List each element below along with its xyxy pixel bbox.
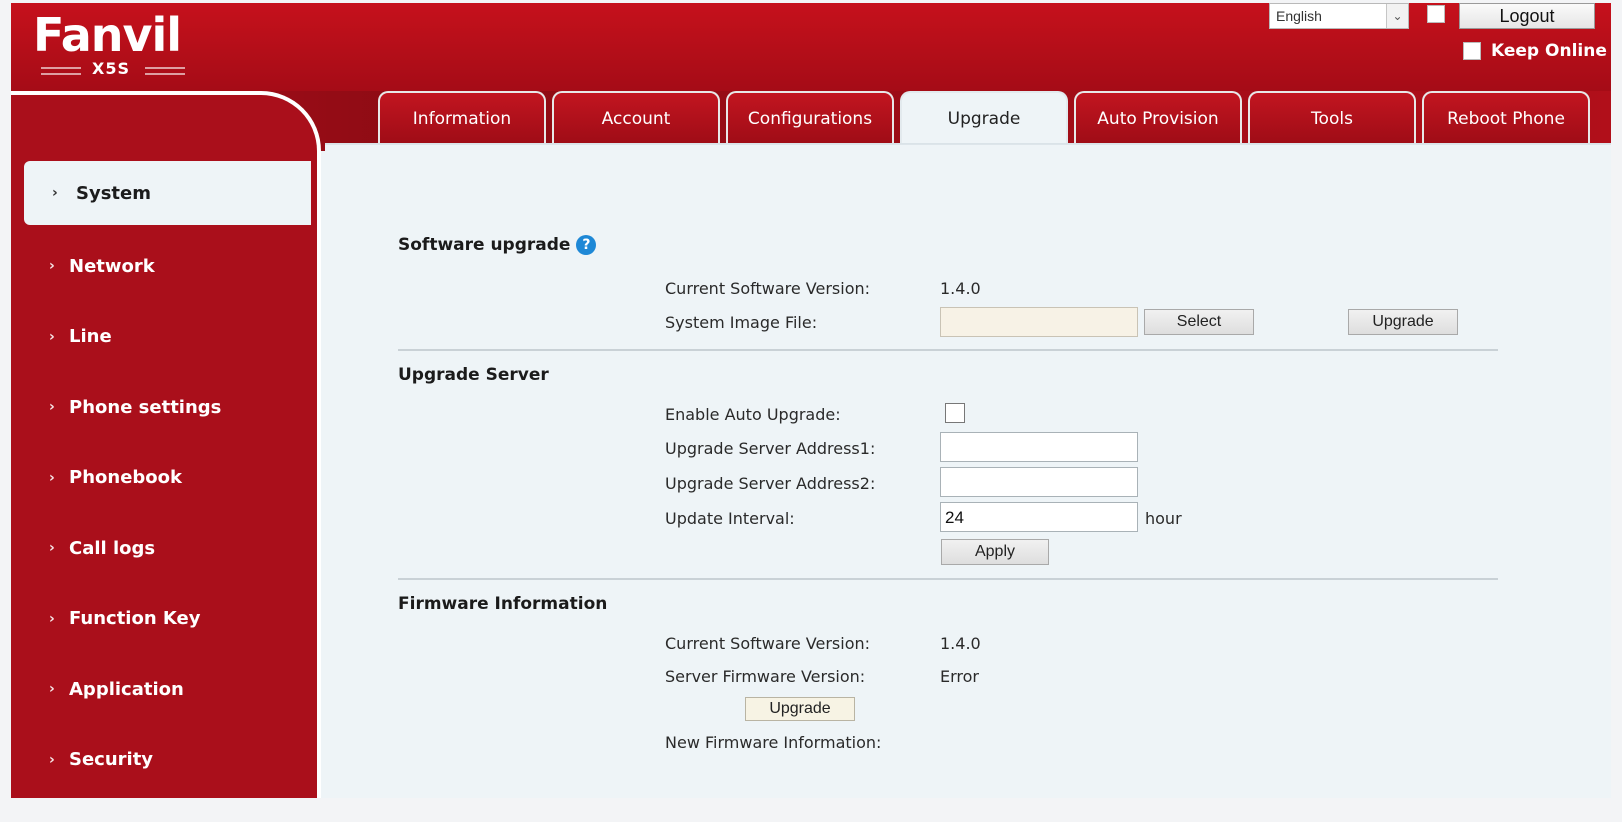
new-firmware-information-label: New Firmware Information:	[665, 733, 882, 752]
sidebar-item-system[interactable]: › System	[24, 161, 311, 225]
sidebar-item-phonebook[interactable]: › Phonebook	[11, 443, 311, 514]
sidebar-item-application[interactable]: › Application	[11, 654, 311, 725]
current-software-version-label: Current Software Version:	[665, 279, 871, 298]
upgrade-server-address2-label: Upgrade Server Address2:	[665, 474, 876, 493]
sidebar-item-label: Phonebook	[69, 467, 182, 489]
logo-decoration-right	[145, 67, 185, 75]
chevron-right-icon: ›	[49, 540, 55, 557]
main-tabs: Information Account Configurations Upgra…	[378, 91, 1590, 145]
upgrade-server-title: Upgrade Server	[398, 365, 549, 385]
sidebar-item-label: Line	[69, 326, 112, 348]
firmware-information-title: Firmware Information	[398, 594, 607, 614]
sidebar-item-label: Call logs	[69, 537, 156, 559]
server-firmware-version-value: Error	[940, 667, 979, 686]
chevron-right-icon: ›	[49, 751, 55, 768]
current-software-version-value: 1.4.0	[940, 279, 981, 298]
upgrade-server-address1-label: Upgrade Server Address1:	[665, 439, 876, 458]
enable-auto-upgrade-checkbox[interactable]	[945, 403, 965, 423]
upgrade-server-address1-input[interactable]	[940, 432, 1138, 462]
keep-online-checkbox[interactable]	[1463, 42, 1481, 60]
upgrade-server-title-text: Upgrade Server	[398, 365, 549, 385]
select-file-button[interactable]: Select	[1144, 309, 1254, 335]
sidebar-item-network[interactable]: › Network	[11, 231, 311, 302]
chevron-right-icon: ›	[49, 610, 55, 627]
tab-configurations[interactable]: Configurations	[726, 91, 894, 145]
tab-information[interactable]: Information	[378, 91, 546, 145]
update-interval-label: Update Interval:	[665, 509, 795, 528]
sidebar-item-phone-settings[interactable]: › Phone settings	[11, 372, 311, 443]
sidebar: › System › Network › Line › Phone settin…	[11, 91, 321, 798]
sidebar-item-call-logs[interactable]: › Call logs	[11, 513, 311, 584]
sidebar-item-security[interactable]: › Security	[11, 725, 311, 796]
firmware-current-version-value: 1.4.0	[940, 634, 981, 653]
chevron-right-icon: ›	[49, 469, 55, 486]
system-image-file-label: System Image File:	[665, 313, 818, 332]
chevron-right-icon: ›	[49, 258, 55, 275]
section-divider	[398, 578, 1498, 580]
chevron-down-icon: ⌄	[1386, 4, 1408, 28]
section-divider	[398, 349, 1498, 351]
enable-auto-upgrade-label: Enable Auto Upgrade:	[665, 405, 841, 424]
keep-online: Keep Online	[1463, 39, 1607, 63]
firmware-information-title-text: Firmware Information	[398, 594, 608, 614]
sidebar-item-label: Application	[69, 678, 184, 700]
server-firmware-version-label: Server Firmware Version:	[665, 667, 866, 686]
update-interval-input[interactable]: 24	[940, 502, 1138, 532]
sidebar-item-label: Security	[69, 749, 154, 771]
app-frame: Fanvil X5S English ⌄ Logout Keep Online …	[11, 3, 1611, 798]
sidebar-item-line[interactable]: › Line	[11, 302, 311, 373]
upgrade-server-address2-input[interactable]	[940, 467, 1138, 497]
keep-online-label: Keep Online	[1491, 41, 1607, 61]
header-checkbox[interactable]	[1427, 5, 1445, 23]
chevron-right-icon: ›	[49, 681, 55, 698]
software-upgrade-title-text: Software upgrade	[398, 235, 571, 255]
sidebar-item-function-key[interactable]: › Function Key	[11, 584, 311, 655]
sidebar-item-label: Network	[69, 255, 155, 277]
chevron-right-icon: ›	[49, 328, 55, 345]
tab-tools[interactable]: Tools	[1248, 91, 1416, 145]
update-interval-unit: hour	[1145, 509, 1182, 528]
logo: Fanvil X5S	[33, 7, 203, 81]
software-upgrade-title: Software upgrade ?	[398, 235, 597, 255]
chevron-right-icon: ›	[49, 399, 55, 416]
tab-account[interactable]: Account	[552, 91, 720, 145]
system-image-file-field[interactable]	[940, 307, 1138, 337]
logo-text: Fanvil	[33, 8, 182, 62]
language-select-value: English	[1276, 8, 1322, 24]
chevron-right-icon: ›	[52, 185, 58, 201]
tab-auto-provision[interactable]: Auto Provision	[1074, 91, 1242, 145]
firmware-current-version-label: Current Software Version:	[665, 634, 871, 653]
help-icon[interactable]: ?	[576, 235, 597, 255]
sidebar-items: › System › Network › Line › Phone settin…	[11, 161, 311, 795]
logout-button[interactable]: Logout	[1459, 3, 1595, 29]
software-upgrade-button[interactable]: Upgrade	[1348, 309, 1458, 335]
sidebar-item-label: System	[76, 182, 151, 204]
sidebar-item-label: Phone settings	[69, 396, 222, 418]
tab-upgrade[interactable]: Upgrade	[900, 91, 1068, 145]
tab-reboot-phone[interactable]: Reboot Phone	[1422, 91, 1590, 145]
firmware-upgrade-button[interactable]: Upgrade	[745, 697, 855, 721]
apply-button[interactable]: Apply	[941, 539, 1049, 565]
sidebar-item-label: Function Key	[69, 608, 201, 630]
main-content: Software upgrade ? Current Software Vers…	[325, 145, 1611, 798]
language-select[interactable]: English ⌄	[1269, 3, 1409, 29]
